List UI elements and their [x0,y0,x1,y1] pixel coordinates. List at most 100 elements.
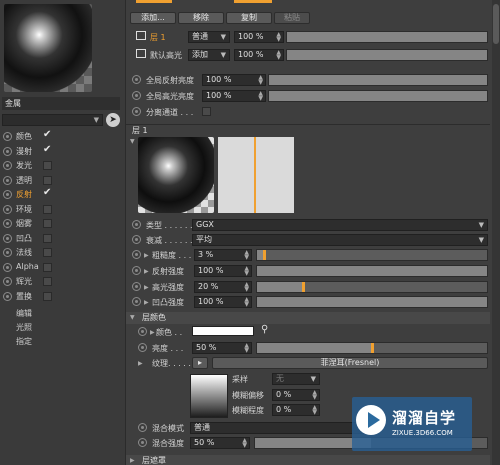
material-dropdown[interactable]: ▼ [2,114,103,126]
brightness-field[interactable]: 50 % ▲ ▼ [192,342,252,354]
menu-item-illumination[interactable]: 光照 [16,322,32,333]
animate-radio[interactable] [3,277,12,286]
blur-level-field[interactable]: 0 % ▲ ▼ [272,404,320,416]
channel-item[interactable]: 环境 [0,203,124,217]
channel-checkbox[interactable] [43,248,52,257]
channel-item[interactable]: 烟雾 [0,217,124,231]
default-spec-slider[interactable] [286,49,488,61]
separate-channels-checkbox[interactable] [202,107,211,116]
channel-item[interactable]: 置换 [0,290,124,304]
texture-menu-button[interactable]: ▸ [192,357,208,369]
channel-checkbox[interactable] [43,277,52,286]
eyedropper-icon[interactable]: ⚲ [261,324,268,335]
spec-strength-field[interactable]: 20 % ▲ ▼ [194,281,252,293]
cursor-icon[interactable]: ➤ [106,113,120,127]
type-select[interactable]: GGX ▼ [192,219,488,231]
animate-radio[interactable] [138,327,147,336]
animate-radio[interactable] [3,175,12,185]
global-reflect-field[interactable]: 100 % ▲ ▼ [202,74,266,86]
animate-radio[interactable] [3,146,12,156]
channel-checkbox[interactable] [43,175,52,185]
blend-mode-select[interactable]: 普通 ▼ [190,422,370,434]
animate-radio[interactable] [138,343,147,352]
animate-radio[interactable] [132,91,141,100]
paste-layer-button[interactable]: 粘贴 [274,12,310,24]
channel-item[interactable]: 透明 [0,174,124,188]
animate-radio[interactable] [3,161,12,170]
global-reflect-slider[interactable] [268,74,488,86]
channel-checkbox[interactable] [43,262,52,272]
channel-checkbox[interactable] [43,219,52,228]
channel-item[interactable]: 发光 [0,159,124,173]
animate-radio[interactable] [132,266,141,275]
animate-radio[interactable] [138,423,147,432]
default-spec-mode-select[interactable]: 添加 ▼ [188,49,230,61]
animate-radio[interactable] [3,219,12,228]
expand-triangle-icon[interactable]: ▶ [138,360,143,367]
remove-layer-button[interactable]: 移除 [178,12,224,24]
expand-triangle-icon[interactable]: ▶ [144,252,149,259]
animate-radio[interactable] [3,291,12,301]
material-preview[interactable] [4,4,92,92]
blur-offset-field[interactable]: 0 % ▲ ▼ [272,389,320,401]
color-swatch[interactable] [192,326,254,336]
scrollbar[interactable] [492,0,500,465]
checkmark-icon[interactable]: ✔ [43,144,51,155]
slider-thumb[interactable] [302,282,305,292]
channel-checkbox[interactable] [43,204,52,214]
expand-triangle-icon[interactable]: ▶ [144,268,149,275]
animate-radio[interactable] [3,248,12,257]
attenuation-select[interactable]: 平均 ▼ [192,234,488,246]
blend-strength-field[interactable]: 50 % ▲ ▼ [190,437,250,449]
animate-radio[interactable] [132,235,141,244]
animate-radio[interactable] [132,297,141,306]
menu-item-edit[interactable]: 编辑 [16,308,32,319]
animate-radio[interactable] [132,250,141,259]
eye-icon[interactable] [136,49,146,58]
reflect-strength-field[interactable]: 100 % ▲ ▼ [194,265,252,277]
expand-triangle-icon[interactable]: ▶ [144,284,149,291]
animate-radio[interactable] [132,220,141,229]
default-spec-name[interactable]: 默认高光 [150,50,182,61]
copy-layer-button[interactable]: 复制 [226,12,272,24]
sample-select[interactable]: 无 ▼ [272,373,320,385]
checkmark-icon[interactable]: ✔ [43,187,51,198]
channel-item[interactable]: 辉光 [0,275,124,289]
checkmark-icon[interactable]: ✔ [43,129,51,140]
animate-radio[interactable] [132,282,141,291]
expand-triangle-icon[interactable]: ▶ [144,299,149,306]
bump-strength-slider[interactable] [256,296,488,308]
channel-item[interactable]: Alpha [0,261,124,275]
scrollbar-thumb[interactable] [493,4,499,44]
layer-strength-field[interactable]: 100 % ▲ ▼ [234,31,284,43]
animate-radio[interactable] [132,107,141,116]
channel-checkbox[interactable] [43,291,52,301]
animate-radio[interactable] [3,132,12,141]
channel-item[interactable]: 漫射 ✔ [0,144,124,159]
collapse-triangle-icon[interactable]: ▼ [130,138,135,145]
animate-radio[interactable] [138,438,147,447]
global-spec-slider[interactable] [268,90,488,102]
channel-item[interactable]: 反射 ✔ [0,187,124,202]
eye-icon[interactable] [136,31,146,40]
default-spec-strength-field[interactable]: 100 % ▲ ▼ [234,49,284,61]
channel-item[interactable]: 法线 [0,246,124,260]
channel-checkbox[interactable] [43,233,52,243]
layer-mask-header[interactable]: ▶ 层遮罩 [126,455,490,465]
roughness-field[interactable]: 3 % ▲ ▼ [194,249,252,261]
channel-checkbox[interactable] [43,161,52,170]
global-spec-field[interactable]: 100 % ▲ ▼ [202,90,266,102]
animate-radio[interactable] [3,233,12,243]
menu-item-assign[interactable]: 指定 [16,336,32,347]
roughness-slider[interactable] [256,249,488,261]
reflect-strength-slider[interactable] [256,265,488,277]
animate-radio[interactable] [3,204,12,214]
layer-strength-slider[interactable] [286,31,488,43]
brightness-slider[interactable] [256,342,488,354]
material-name-field[interactable]: 金属 [2,97,120,110]
bump-strength-field[interactable]: 100 % ▲ ▼ [194,296,252,308]
layer-name[interactable]: 层 1 [150,32,166,43]
layer-color-header[interactable]: ▼ 层颜色 [126,312,490,324]
channel-item[interactable]: 凹凸 [0,232,124,246]
channel-item[interactable]: 颜色 ✔ [0,129,124,144]
